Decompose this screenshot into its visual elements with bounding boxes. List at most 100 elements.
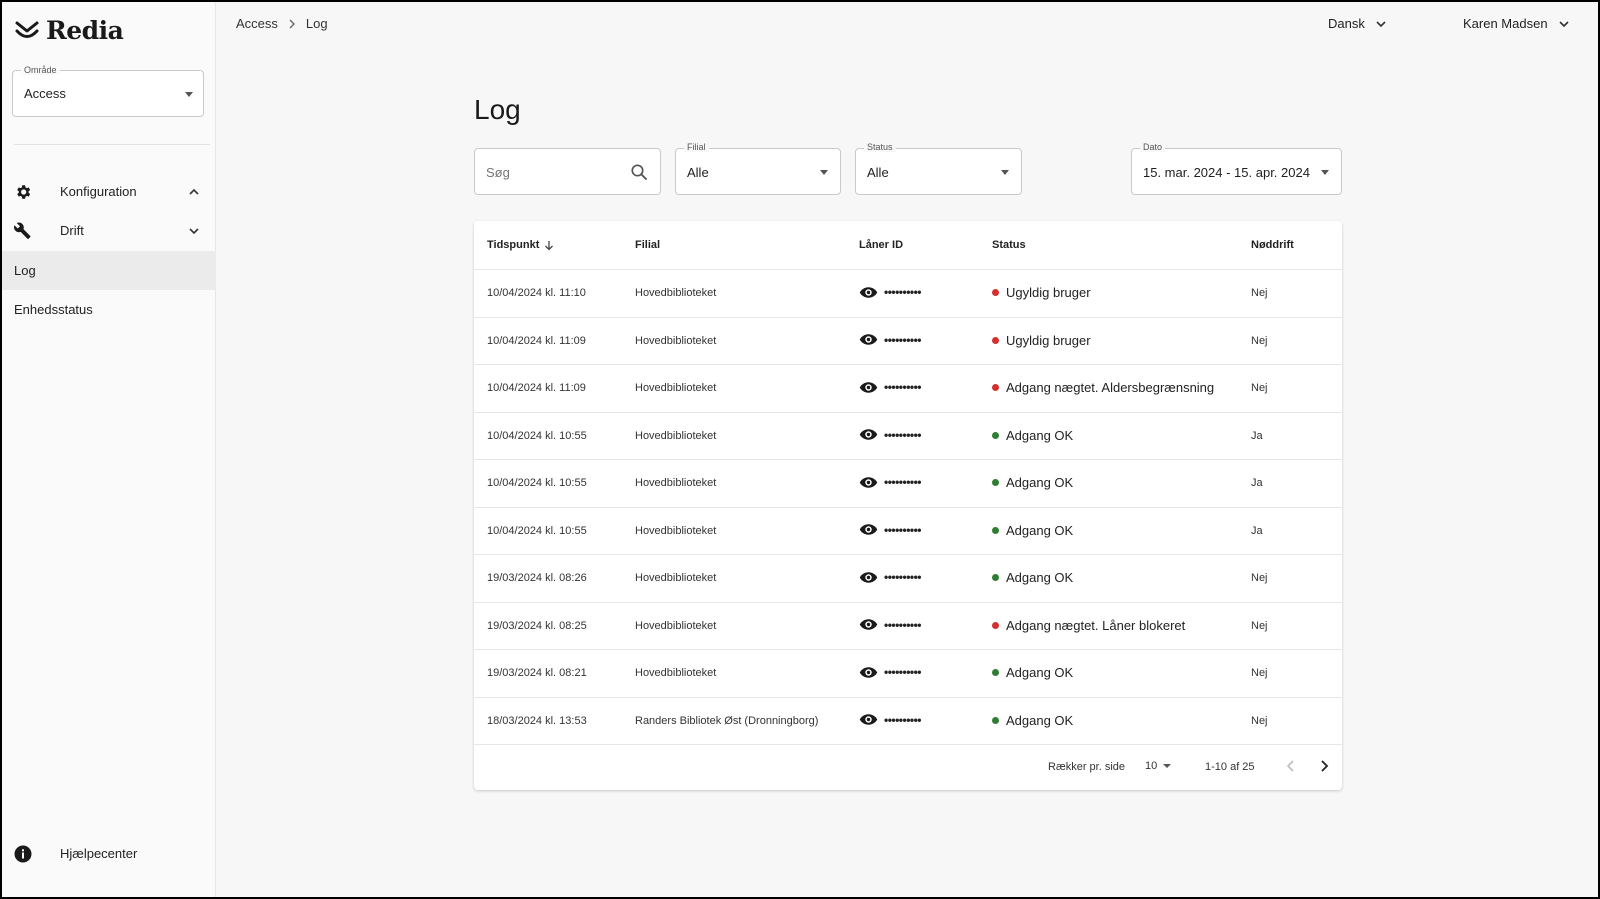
date-range-select[interactable]: Dato 15. mar. 2024 - 15. apr. 2024	[1131, 142, 1342, 195]
sidebar: Redia Område Access Konfiguration Drift	[2, 2, 216, 897]
breadcrumb-item-access[interactable]: Access	[236, 16, 278, 31]
log-table: Tidspunkt Filial Låner ID Status Nøddrif…	[474, 221, 1342, 790]
cell-status: Adgang OK	[992, 475, 1073, 490]
breadcrumb: Access Log	[236, 16, 328, 31]
table-row[interactable]: 18/03/2024 kl. 13:53 Randers Bibliotek Øs…	[474, 698, 1342, 745]
status-text: Adgang nægtet. Aldersbegrænsning	[1006, 380, 1215, 395]
masked-loaner-id: ••••••••••	[884, 617, 922, 632]
cell-branch: Hovedbiblioteket	[635, 572, 717, 584]
cell-branch: Hovedbiblioteket	[635, 429, 717, 442]
status-dot	[992, 336, 999, 344]
table-pagination: Rækker pr. side 10 1-10 af 25	[474, 745, 1342, 790]
cell-time: 10/04/2024 kl. 11:09	[487, 334, 586, 347]
search-field	[474, 148, 661, 195]
cell-branch: Hovedbiblioteket	[635, 287, 717, 299]
status-dot	[992, 716, 999, 724]
wrench-icon	[14, 222, 31, 239]
help-center-link[interactable]: Hjælpecenter	[2, 838, 216, 868]
table-row[interactable]: 19/03/2024 kl. 08:25 Hovedbiblioteket ••••…	[474, 603, 1342, 650]
table-row[interactable]: 10/04/2024 kl. 10:55 Hovedbiblioteket ••••…	[474, 413, 1342, 460]
search-input[interactable]	[486, 165, 616, 180]
cell-loaner-id: ••••••••••	[859, 380, 922, 394]
column-header-noeddrift[interactable]: Nøddrift	[1251, 239, 1294, 251]
cell-branch: Hovedbiblioteket	[635, 477, 717, 489]
eye-icon[interactable]	[859, 666, 878, 679]
caret-down-icon	[1001, 170, 1009, 175]
column-header-status[interactable]: Status	[992, 239, 1026, 251]
status-dot	[992, 384, 999, 391]
cell-time: 19/03/2024 kl. 08:25	[487, 619, 587, 632]
status-dot	[992, 289, 999, 296]
cell-status: Adgang nægtet. Låner blokeret	[992, 618, 1185, 633]
eye-icon[interactable]	[859, 476, 878, 489]
help-center-label: Hjælpecenter	[60, 846, 138, 861]
table-row[interactable]: 19/03/2024 kl. 08:26 Hovedbiblioteket ••••…	[474, 555, 1342, 603]
cell-time: 10/04/2024 kl. 11:10	[487, 287, 586, 299]
eye-icon[interactable]	[859, 428, 878, 441]
language-select[interactable]: Dansk	[1328, 16, 1387, 31]
cell-loaner-id: ••••••••••	[859, 428, 922, 442]
previous-page-icon[interactable]	[1284, 759, 1298, 773]
cell-loaner-id: ••••••••••	[859, 713, 922, 727]
table-row[interactable]: 10/04/2024 kl. 11:09 Hovedbiblioteket ••••…	[474, 365, 1342, 413]
sidebar-group-label: Drift	[60, 223, 84, 238]
cell-loaner-id: ••••••••••	[859, 570, 922, 584]
cell-emergency: Nej	[1251, 667, 1268, 679]
rows-per-page-label: Rækker pr. side	[1048, 761, 1126, 773]
area-select[interactable]: Område Access	[12, 65, 204, 117]
status-filter-value: Alle	[867, 165, 889, 180]
rows-per-page-value: 10	[1145, 760, 1158, 772]
area-select-label: Område	[21, 65, 60, 75]
column-header-filial[interactable]: Filial	[635, 239, 660, 251]
table-row[interactable]: 10/04/2024 kl. 11:10 Hovedbiblioteket ••••…	[474, 270, 1342, 318]
masked-loaner-id: ••••••••••	[884, 522, 922, 537]
cell-emergency: Ja	[1251, 524, 1263, 537]
eye-icon[interactable]	[859, 713, 878, 726]
eye-icon[interactable]	[859, 571, 878, 584]
next-page-icon[interactable]	[1317, 759, 1331, 773]
status-dot	[992, 479, 999, 486]
status-filter-select[interactable]: Status Alle	[855, 142, 1022, 195]
chevron-down-icon	[1558, 20, 1569, 27]
user-menu[interactable]: Karen Madsen	[1463, 16, 1570, 31]
eye-icon[interactable]	[859, 286, 878, 299]
eye-icon[interactable]	[859, 381, 878, 394]
column-header-laaner-id[interactable]: Låner ID	[859, 239, 903, 251]
cell-status: Adgang OK	[992, 523, 1073, 538]
table-row[interactable]: 10/04/2024 kl. 10:55 Hovedbiblioteket ••••…	[474, 508, 1342, 555]
rows-per-page-select[interactable]: 10	[1145, 760, 1172, 772]
chevron-down-icon	[1376, 20, 1386, 27]
eye-icon[interactable]	[859, 333, 878, 346]
table-row[interactable]: 19/03/2024 kl. 08:21 Hovedbiblioteket ••••…	[474, 650, 1342, 698]
cell-loaner-id: ••••••••••	[859, 617, 922, 632]
table-row[interactable]: 10/04/2024 kl. 10:55 Hovedbiblioteket ••••…	[474, 460, 1342, 508]
column-header-tidspunkt[interactable]: Tidspunkt	[487, 239, 554, 251]
logo[interactable]: Redia	[14, 16, 124, 45]
sidebar-item-log[interactable]: Log	[2, 251, 216, 290]
cell-emergency: Ja	[1251, 477, 1263, 489]
sidebar-group-konfiguration[interactable]: Konfiguration	[2, 173, 216, 211]
sidebar-item-enhedsstatus[interactable]: Enhedsstatus	[2, 290, 216, 329]
status-filter-label: Status	[864, 142, 896, 152]
sort-descending-icon	[545, 240, 554, 250]
branch-filter-select[interactable]: Filial Alle	[675, 142, 841, 195]
status-dot	[992, 669, 999, 676]
search-icon[interactable]	[630, 163, 648, 181]
masked-loaner-id: ••••••••••	[884, 332, 922, 347]
cell-time: 10/04/2024 kl. 10:55	[487, 477, 587, 489]
cell-loaner-id: ••••••••••	[859, 475, 922, 489]
table-row[interactable]: 10/04/2024 kl. 11:09 Hovedbiblioteket ••••…	[474, 318, 1342, 365]
logo-text: Redia	[46, 16, 124, 45]
cell-loaner-id: ••••••••••	[859, 285, 922, 299]
eye-icon[interactable]	[859, 523, 878, 536]
masked-loaner-id: ••••••••••	[884, 380, 922, 394]
caret-down-icon	[820, 170, 828, 175]
language-label: Dansk	[1328, 16, 1365, 31]
cell-status: Adgang OK	[992, 570, 1073, 585]
eye-icon[interactable]	[859, 618, 878, 631]
cell-status: Adgang OK	[992, 713, 1073, 728]
sidebar-group-drift[interactable]: Drift	[2, 212, 216, 250]
status-text: Ugyldig bruger	[1006, 332, 1091, 348]
info-icon	[14, 845, 32, 863]
cell-emergency: Nej	[1251, 287, 1268, 299]
